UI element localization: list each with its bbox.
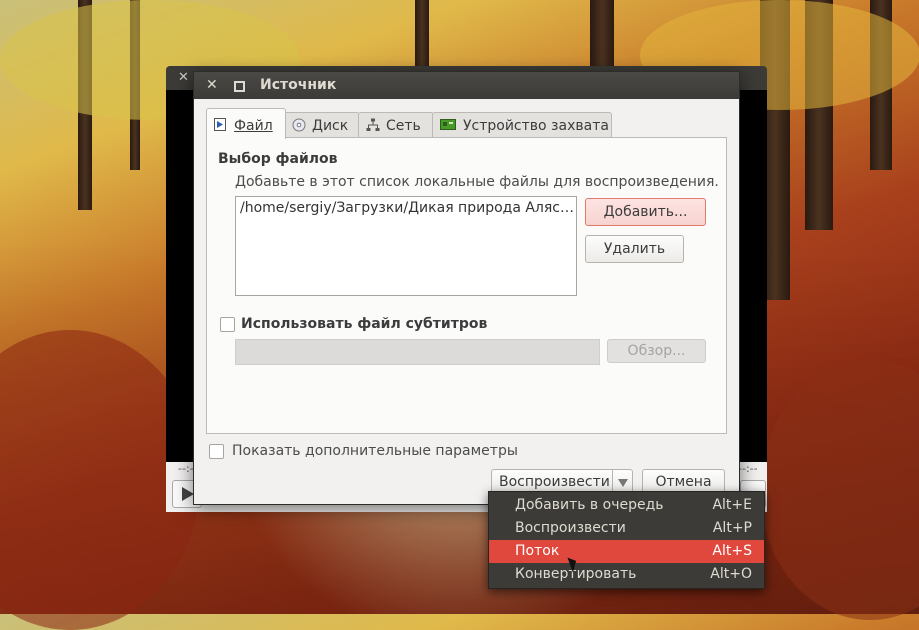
play-options-menu: Добавить в очередь Alt+E Воспроизвести A… [488,491,765,589]
tab-file-label: Файл [234,118,273,134]
tab-disc-label: Диск [312,118,349,134]
show-more-label: Показать дополнительные параметры [232,443,518,459]
tab-network[interactable]: Сеть [358,112,434,138]
file-list[interactable]: /home/sergiy/Загрузки/Дикая природа Аляс… [235,196,577,296]
menu-item-label: Воспроизвести [515,520,626,536]
tab-network-label: Сеть [386,118,421,134]
show-more-checkbox[interactable] [209,444,224,459]
file-selection-hint: Добавьте в этот список локальные файлы д… [235,174,719,190]
capture-card-icon [440,119,456,130]
file-panel: Выбор файлов Добавьте в этот список лока… [206,137,727,434]
main-close-icon[interactable]: ✕ [178,70,189,85]
menu-item-label: Добавить в очередь [515,497,664,513]
dialog-titlebar: ✕ Источник [194,72,739,99]
tab-capture-label: Устройство захвата [463,118,609,134]
file-play-icon [214,118,226,131]
add-file-button[interactable]: Добавить... [585,198,706,226]
subtitle-path-input[interactable] [235,339,600,365]
menu-item-stream[interactable]: Поток Alt+S [489,540,764,563]
chevron-down-icon[interactable] [618,479,628,487]
play-button-label[interactable]: Воспроизвести [499,474,610,490]
disc-icon [292,118,306,132]
close-icon[interactable]: ✕ [206,77,218,93]
subtitle-checkbox[interactable] [220,317,235,332]
list-item[interactable]: /home/sergiy/Загрузки/Дикая природа Аляс… [240,200,574,216]
network-icon [366,118,380,131]
menu-item-enqueue[interactable]: Добавить в очередь Alt+E [489,494,764,517]
menu-item-shortcut: Alt+E [712,497,752,513]
tab-file[interactable]: Файл [206,108,286,139]
menu-item-convert[interactable]: Конвертировать Alt+O [489,563,764,586]
menu-item-shortcut: Alt+P [712,520,752,536]
menu-item-shortcut: Alt+S [712,543,752,559]
menu-item-play[interactable]: Воспроизвести Alt+P [489,517,764,540]
subtitle-checkbox-label: Использовать файл субтитров [241,316,488,332]
maximize-icon[interactable] [234,81,245,92]
tab-capture-device[interactable]: Устройство захвата [432,112,612,138]
remove-file-button[interactable]: Удалить [585,235,684,263]
browse-subtitle-button[interactable]: Обзор... [607,339,706,363]
menu-item-label: Поток [515,543,560,559]
dialog-title: Источник [260,77,337,93]
tab-disc[interactable]: Диск [284,112,360,138]
open-media-dialog: ✕ Источник Файл Диск Сеть Устройство зах… [193,71,740,505]
menu-item-shortcut: Alt+O [710,566,752,582]
file-selection-heading: Выбор файлов [218,151,338,167]
total-time: --:-- [738,462,758,475]
